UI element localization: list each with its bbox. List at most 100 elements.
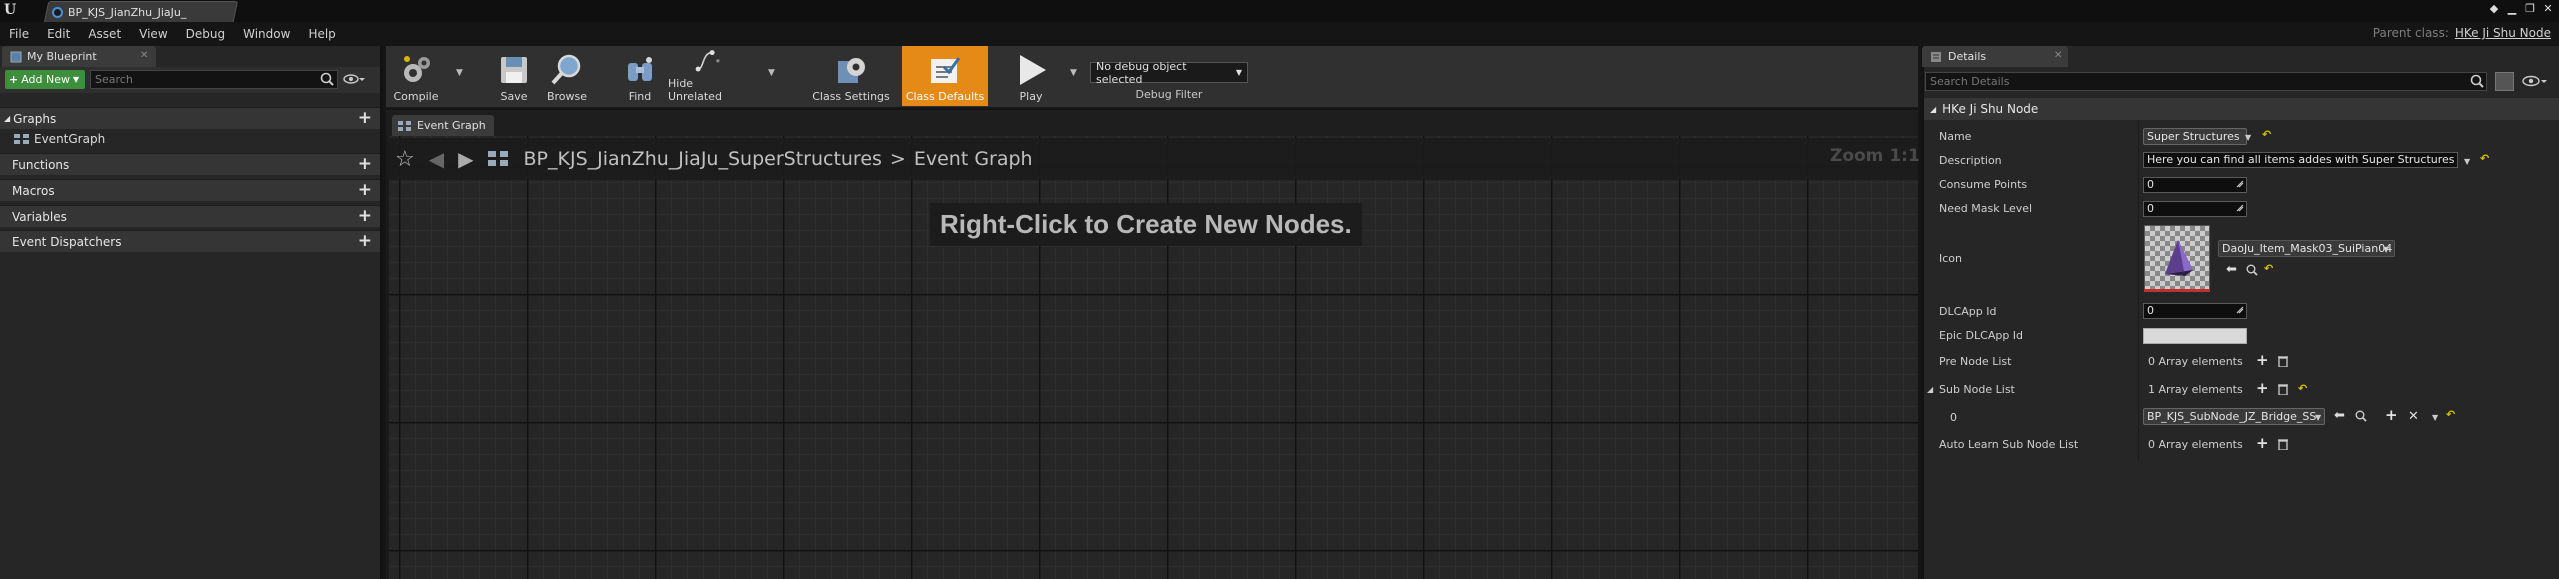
need-mask-level-input[interactable]: 0 xyxy=(2143,201,2247,217)
browse-asset-search-icon[interactable] xyxy=(2355,410,2367,422)
hide-unrelated-button[interactable]: Hide Unrelated xyxy=(668,46,748,106)
add-variable-icon[interactable]: + xyxy=(358,208,372,225)
menu-window[interactable]: Window xyxy=(234,22,299,46)
feedback-icon[interactable]: ◆ xyxy=(2487,2,2501,16)
consume-points-input[interactable]: 0 xyxy=(2143,177,2247,193)
maximize-button[interactable]: ❐ xyxy=(2523,2,2537,16)
class-settings-button[interactable]: Class Settings xyxy=(810,46,892,106)
browse-label: Browse xyxy=(546,90,588,103)
add-macro-icon[interactable]: + xyxy=(358,182,372,199)
hke-ji-shu-node-section[interactable]: ◢ HKe Ji Shu Node xyxy=(1924,98,2559,120)
save-label: Save xyxy=(500,90,528,103)
add-event-dispatcher-icon[interactable]: + xyxy=(358,233,372,250)
property-column-divider[interactable] xyxy=(2138,120,2139,460)
browse-magnifier-icon xyxy=(551,54,581,85)
name-label: Name xyxy=(1939,130,1972,143)
chevron-down-icon[interactable]: ▼ xyxy=(2315,413,2321,422)
expand-arrow-icon[interactable]: ◢ xyxy=(1927,385,1933,394)
add-element-icon[interactable]: + xyxy=(2256,436,2269,451)
icon-label: Icon xyxy=(1939,252,1962,265)
play-button[interactable]: Play xyxy=(1006,46,1056,106)
chevron-down-icon[interactable]: ▼ xyxy=(2383,245,2389,254)
graph-icon xyxy=(14,134,29,144)
document-tab-content[interactable]: BP_KJS_JianZhu_JiaJu_ xyxy=(52,3,186,21)
trash-icon[interactable] xyxy=(2278,355,2288,367)
icon-asset-select[interactable]: DaoJu_Item_Mask03_SuiPian04 xyxy=(2218,240,2395,257)
breadcrumb-blueprint[interactable]: BP_KJS_JianZhu_JiaJu_SuperStructures xyxy=(524,148,882,170)
save-button[interactable]: Save xyxy=(494,46,534,106)
clear-x-icon[interactable]: ✕ xyxy=(2408,409,2419,424)
menu-debug[interactable]: Debug xyxy=(177,22,234,46)
my-blueprint-tab[interactable]: My Blueprint xyxy=(2,46,156,67)
reset-to-default-icon[interactable]: ↶ xyxy=(2264,262,2273,275)
description-input[interactable]: Here you can find all items addes with S… xyxy=(2143,152,2458,168)
debug-object-select[interactable]: No debug object selected ▼ xyxy=(1090,60,1248,86)
name-input[interactable]: Super Structures xyxy=(2143,128,2247,145)
details-search-input[interactable]: Search Details xyxy=(1925,72,2487,91)
sub-node-0-select[interactable]: BP_KJS_SubNode_JZ_Bridge_SS xyxy=(2143,408,2325,425)
reset-to-default-icon[interactable]: ↶ xyxy=(2446,408,2455,421)
search-icon[interactable] xyxy=(2470,74,2484,88)
trash-icon[interactable] xyxy=(2278,383,2288,395)
epic-dlc-app-id-input[interactable] xyxy=(2143,328,2247,344)
functions-category[interactable]: Functions + xyxy=(0,153,380,175)
compile-options-icon[interactable]: ▼ xyxy=(456,68,463,78)
spin-drag-icon[interactable] xyxy=(2236,180,2244,188)
hide-unrelated-options-icon[interactable]: ▼ xyxy=(768,68,775,78)
my-blueprint-search-input[interactable]: Search xyxy=(90,70,338,89)
add-graph-icon[interactable]: + xyxy=(358,110,372,127)
compile-button[interactable]: Compile xyxy=(390,46,442,106)
trash-icon[interactable] xyxy=(2278,438,2288,450)
add-element-icon[interactable]: + xyxy=(2256,381,2269,396)
element-options-icon[interactable]: ▼ xyxy=(2432,413,2438,422)
icon-thumbnail[interactable] xyxy=(2144,225,2210,291)
add-function-icon[interactable]: + xyxy=(358,156,372,173)
search-icon[interactable] xyxy=(320,72,334,86)
macros-category[interactable]: Macros + xyxy=(0,179,380,201)
insert-element-icon[interactable]: + xyxy=(2385,408,2398,423)
variables-category[interactable]: Variables + xyxy=(0,205,380,227)
dlc-app-id-label: DLCApp Id xyxy=(1939,305,1997,318)
dlc-app-id-input[interactable]: 0 xyxy=(2143,303,2247,319)
back-arrow-icon[interactable]: ◀ xyxy=(429,147,444,171)
chevron-down-icon[interactable]: ▼ xyxy=(2245,133,2251,142)
close-tab-icon[interactable]: ✕ xyxy=(140,50,148,61)
menu-view[interactable]: View xyxy=(130,22,176,46)
menu-file[interactable]: File xyxy=(0,22,38,46)
favorite-star-icon[interactable]: ☆ xyxy=(395,147,415,172)
menu-help[interactable]: Help xyxy=(299,22,344,46)
spin-drag-icon[interactable] xyxy=(2236,306,2244,314)
reset-to-default-icon[interactable]: ↶ xyxy=(2298,382,2307,395)
reset-to-default-icon[interactable]: ↶ xyxy=(2262,128,2271,141)
spin-drag-icon[interactable] xyxy=(2236,204,2244,212)
details-tab[interactable]: Details xyxy=(1922,46,2068,67)
browse-button[interactable]: Browse xyxy=(542,46,592,106)
eye-icon[interactable] xyxy=(343,73,365,85)
event-graph-tab-label: Event Graph xyxy=(417,119,486,132)
use-selected-arrow-icon[interactable]: ⬅ xyxy=(2226,262,2237,277)
close-button[interactable]: ✕ xyxy=(2541,2,2555,16)
reset-to-default-icon[interactable]: ↶ xyxy=(2480,152,2489,165)
close-tab-icon[interactable]: ✕ xyxy=(2054,50,2062,61)
breadcrumb-graph[interactable]: Event Graph xyxy=(914,148,1033,170)
menu-edit[interactable]: Edit xyxy=(38,22,79,46)
class-defaults-button[interactable]: Class Defaults xyxy=(902,46,988,106)
browse-asset-search-icon[interactable] xyxy=(2246,264,2258,276)
add-element-icon[interactable]: + xyxy=(2256,353,2269,368)
eye-icon[interactable] xyxy=(2522,75,2548,87)
parent-class-link[interactable]: HKe Ji Shu Node xyxy=(2455,26,2551,40)
add-new-button[interactable]: + Add New ▼ xyxy=(5,70,85,89)
graphs-category[interactable]: ◢ Graphs + xyxy=(0,107,380,129)
use-selected-arrow-icon[interactable]: ⬅ xyxy=(2334,408,2345,423)
property-matrix-button[interactable] xyxy=(2495,72,2514,91)
menu-asset[interactable]: Asset xyxy=(79,22,130,46)
event-dispatchers-category[interactable]: Event Dispatchers + xyxy=(0,230,380,252)
forward-arrow-icon[interactable]: ▶ xyxy=(458,147,473,171)
event-graph-tab[interactable]: Event Graph xyxy=(392,115,494,136)
play-options-icon[interactable]: ▼ xyxy=(1070,68,1077,78)
breadcrumb-separator: > xyxy=(889,148,906,170)
minimize-button[interactable]: ▁ xyxy=(2505,2,2519,16)
chevron-down-icon[interactable]: ▼ xyxy=(2464,157,2470,166)
find-button[interactable]: Find xyxy=(620,46,660,106)
event-graph-item[interactable]: EventGraph xyxy=(0,129,380,149)
